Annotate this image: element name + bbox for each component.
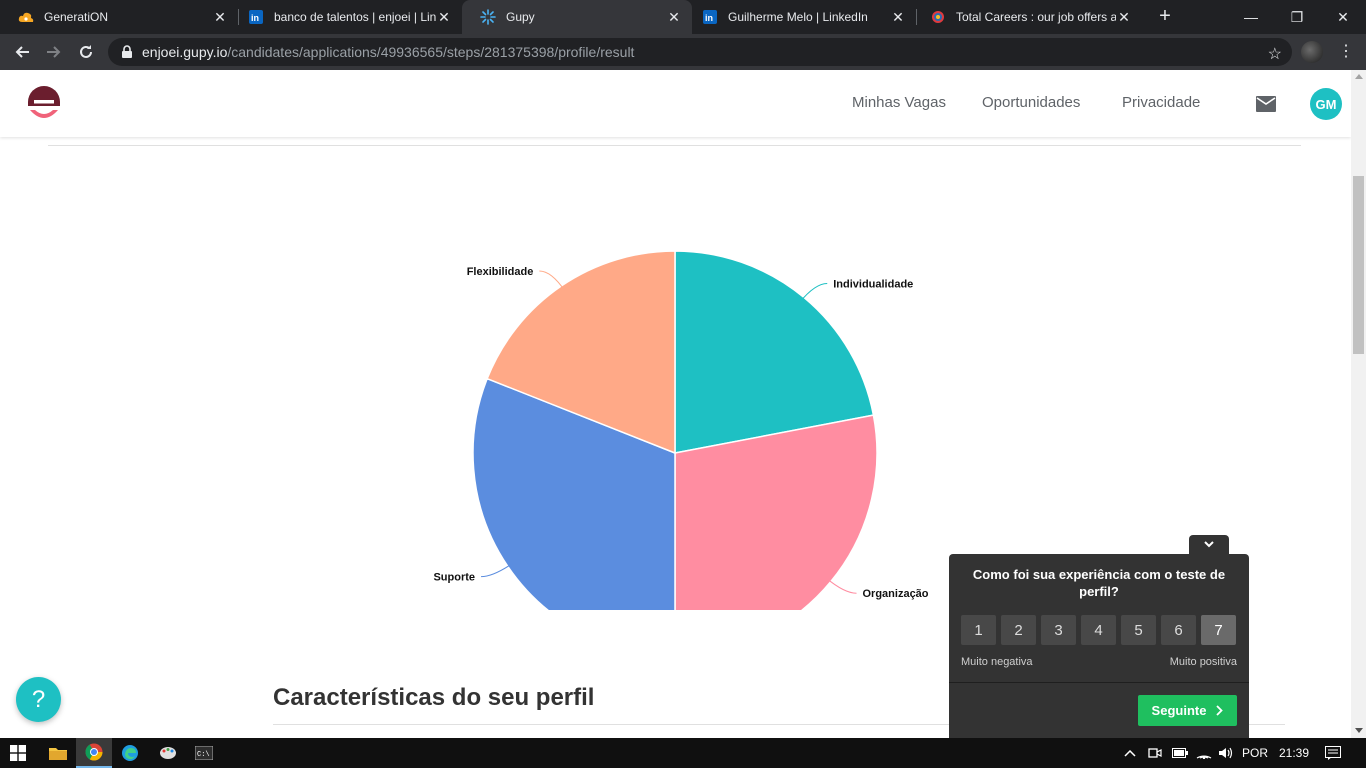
scroll-thumb[interactable]: [1353, 176, 1364, 354]
pie-label: Individualidade: [833, 278, 913, 290]
chrome-taskbar-icon[interactable]: [76, 738, 112, 768]
tab-title: Guilherme Melo | LinkedIn: [728, 10, 868, 24]
bookmark-star-icon[interactable]: ☆: [1268, 44, 1282, 64]
tab-total-careers[interactable]: Total Careers : our job offers an ✕: [912, 0, 1142, 34]
close-tab-icon[interactable]: ✕: [212, 9, 228, 25]
linkedin-icon: in: [702, 9, 718, 25]
rating-4-button[interactable]: 4: [1081, 615, 1116, 645]
chevron-right-icon: [1216, 705, 1224, 716]
scroll-up-arrow-icon[interactable]: [1355, 74, 1363, 79]
tray-chevron-up-icon[interactable]: [1120, 738, 1140, 768]
volume-icon[interactable]: [1216, 738, 1236, 768]
close-tab-icon[interactable]: ✕: [436, 9, 452, 25]
lock-icon: [122, 45, 132, 58]
restore-icon[interactable]: ❐: [1274, 0, 1320, 34]
wifi-icon[interactable]: [1194, 738, 1214, 768]
cloud-icon: [18, 9, 34, 25]
tab-title: Gupy: [506, 10, 535, 24]
browser-profile-avatar[interactable]: [1301, 41, 1323, 63]
terminal-taskbar-icon[interactable]: C:\: [186, 738, 222, 768]
svg-text:in: in: [705, 13, 713, 23]
feedback-divider: [949, 682, 1249, 683]
section-divider: [48, 145, 1301, 146]
feedback-high-label: Muito positiva: [1169, 656, 1237, 668]
url-path: /candidates/applications/49936565/steps/…: [227, 44, 635, 60]
nav-privacidade[interactable]: Privacidade: [1122, 94, 1200, 111]
help-button[interactable]: ?: [16, 677, 61, 722]
pie-label: Flexibilidade: [467, 266, 534, 278]
paint-taskbar-icon[interactable]: [150, 738, 186, 768]
user-avatar[interactable]: GM: [1310, 88, 1342, 120]
minimize-icon[interactable]: —: [1228, 0, 1274, 34]
close-tab-icon[interactable]: ✕: [890, 9, 906, 25]
file-explorer-icon[interactable]: [40, 738, 76, 768]
feedback-scale: 1 2 3 4 5 6 7: [961, 615, 1236, 645]
pie-label: Organização: [863, 588, 929, 600]
linkedin-icon: in: [248, 9, 264, 25]
language-indicator[interactable]: POR: [1240, 738, 1270, 768]
next-button-label: Seguinte: [1151, 703, 1207, 718]
new-tab-button[interactable]: +: [1154, 5, 1176, 27]
profile-pie-chart: Individualidade Organização Suporte Flexibi…: [433, 250, 929, 610]
feedback-question: Como foi sua experiência com o teste de …: [972, 567, 1226, 599]
tab-banco-de-talentos[interactable]: in banco de talentos | enjoei | Lin ✕: [230, 0, 462, 34]
clock[interactable]: 21:39: [1276, 738, 1312, 768]
rating-5-button[interactable]: 5: [1121, 615, 1156, 645]
pie-label: Suporte: [433, 572, 475, 584]
rating-6-button[interactable]: 6: [1161, 615, 1196, 645]
windows-start-icon[interactable]: [0, 738, 36, 768]
tab-title: banco de talentos | enjoei | Lin: [274, 10, 436, 24]
back-icon[interactable]: [8, 38, 36, 66]
total-icon: [930, 9, 946, 25]
address-bar[interactable]: enjoei.gupy.io/candidates/applications/4…: [108, 38, 1292, 66]
nav-oportunidades[interactable]: Oportunidades: [982, 94, 1080, 111]
svg-text:in: in: [251, 13, 259, 23]
nav-minhas-vagas[interactable]: Minhas Vagas: [852, 94, 946, 111]
browser-toolbar: enjoei.gupy.io/candidates/applications/4…: [0, 34, 1366, 70]
close-tab-icon[interactable]: ✕: [666, 9, 682, 25]
page-scrollbar[interactable]: [1351, 70, 1366, 738]
svg-text:C:\: C:\: [197, 751, 210, 759]
browser-menu-icon[interactable]: ⋮: [1336, 40, 1356, 64]
tab-title: GeneratiON: [44, 10, 109, 24]
mail-icon[interactable]: [1256, 96, 1276, 112]
rating-1-button[interactable]: 1: [961, 615, 996, 645]
chevron-down-icon: [1204, 541, 1214, 548]
meet-now-icon[interactable]: [1145, 738, 1165, 768]
url-host: enjoei.gupy.io: [142, 44, 228, 60]
forward-icon[interactable]: [40, 38, 68, 66]
notifications-icon[interactable]: [1322, 738, 1344, 768]
edge-taskbar-icon[interactable]: [112, 738, 148, 768]
tab-title: Total Careers : our job offers an: [956, 10, 1116, 24]
feedback-widget: Como foi sua experiência com o teste de …: [949, 554, 1249, 738]
enjoei-logo[interactable]: [26, 84, 62, 122]
battery-icon[interactable]: [1170, 738, 1190, 768]
gupy-icon: [480, 9, 496, 25]
tab-guilherme-linkedin[interactable]: in Guilherme Melo | LinkedIn ✕: [684, 0, 916, 34]
page: Minhas Vagas Oportunidades Privacidade G…: [0, 70, 1351, 738]
rating-2-button[interactable]: 2: [1001, 615, 1036, 645]
feedback-collapse-button[interactable]: [1189, 535, 1229, 554]
windows-taskbar: C:\ POR 21:39: [0, 738, 1366, 768]
close-tab-icon[interactable]: ✕: [1116, 9, 1132, 25]
tab-generation[interactable]: GeneratiON ✕: [0, 0, 238, 34]
next-button[interactable]: Seguinte: [1138, 695, 1237, 726]
reload-icon[interactable]: [72, 38, 100, 66]
browser-tab-strip: GeneratiON ✕ in banco de talentos | enjo…: [0, 0, 1366, 34]
close-window-icon[interactable]: ✕: [1320, 0, 1366, 34]
rating-3-button[interactable]: 3: [1041, 615, 1076, 645]
tab-gupy[interactable]: Gupy ✕: [462, 0, 692, 34]
feedback-low-label: Muito negativa: [961, 656, 1033, 668]
scroll-down-arrow-icon[interactable]: [1355, 728, 1363, 733]
section-title: Características do seu perfil: [273, 684, 595, 711]
site-header: Minhas Vagas Oportunidades Privacidade G…: [0, 70, 1351, 137]
rating-7-button[interactable]: 7: [1201, 615, 1236, 645]
